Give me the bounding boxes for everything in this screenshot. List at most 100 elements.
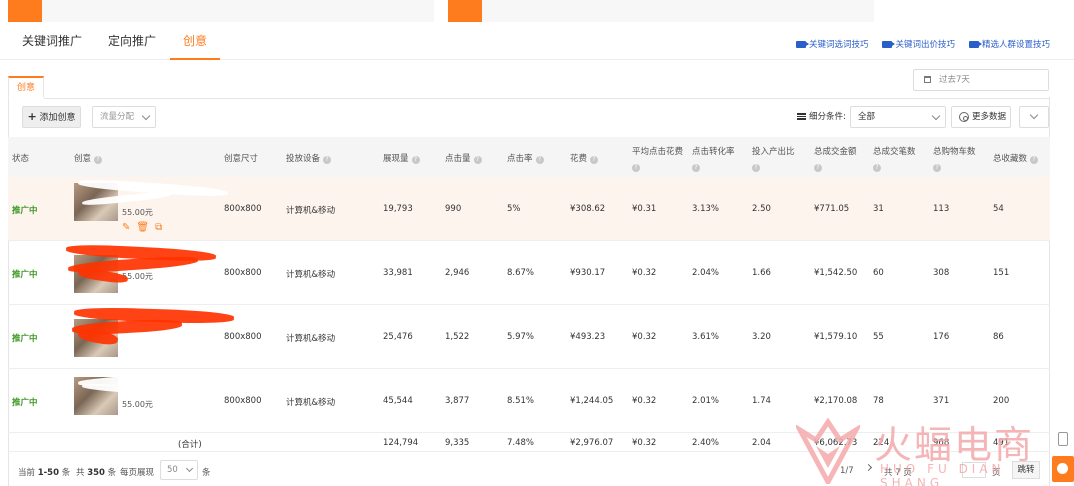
edit-icon[interactable]: ✎	[122, 222, 130, 233]
cost-cell: ¥308.62	[570, 204, 606, 214]
help-icon[interactable]: ?	[590, 156, 599, 164]
impressions-cell: 19,793	[383, 204, 413, 214]
size-cell: 800x800	[224, 268, 262, 278]
status-badge: 推广中	[12, 334, 38, 344]
carts-cell: 371	[933, 396, 950, 406]
impressions-cell: 25,476	[383, 332, 413, 342]
size-cell: 800x800	[224, 332, 262, 342]
banner-right	[448, 0, 874, 22]
favs-cell: 86	[993, 332, 1004, 342]
help-icon[interactable]: ?	[632, 164, 640, 172]
device-cell: 计算机&移动	[286, 270, 336, 280]
tip-link-crowd-setting[interactable]: 精选人群设置技巧	[968, 38, 1050, 50]
col-gmv[interactable]: 总成交金额?	[814, 145, 857, 172]
cvr-cell: 3.13%	[692, 204, 720, 214]
carts-cell: 176	[933, 332, 950, 342]
help-icon[interactable]: ?	[323, 156, 332, 164]
traffic-allocation-select[interactable]: 流量分配	[92, 106, 156, 128]
favs-cell: 200	[993, 396, 1010, 406]
clicks-cell: 2,946	[445, 268, 470, 278]
cost-cell: ¥1,244.05	[570, 396, 614, 406]
total-text: 共 350 条	[76, 468, 117, 478]
total-cvr: 2.40%	[692, 438, 720, 448]
gmv-cell: ¥1,579.10	[814, 332, 858, 342]
table-header: 状态 创意? 创意尺寸 投放设备? 展现量? 点击量? 点击率? 花费? 平均点…	[8, 137, 1050, 177]
delete-icon[interactable]: 🗑	[136, 222, 149, 233]
col-clicks[interactable]: 点击量?	[445, 152, 482, 164]
segment-filter-label: 细分条件:	[797, 110, 846, 122]
size-cell: 800x800	[224, 396, 262, 406]
status-badge: 推广中	[12, 270, 38, 280]
total-impressions: 124,794	[383, 438, 419, 448]
col-roi[interactable]: 投入产出比?	[752, 145, 795, 172]
col-avg-cpc[interactable]: 平均点击花费?	[632, 145, 683, 172]
col-favs[interactable]: 总收藏数?	[993, 152, 1039, 164]
help-icon[interactable]: ?	[94, 156, 103, 164]
creative-price: 55.00元	[122, 400, 153, 409]
tip-link-keyword-bid[interactable]: 关键词出价技巧	[882, 38, 955, 50]
add-creative-button[interactable]: + 添加创意	[22, 106, 81, 128]
clicks-cell: 3,877	[445, 396, 470, 406]
favs-cell: 54	[993, 204, 1004, 214]
help-icon[interactable]: ?	[814, 164, 822, 172]
video-icon	[968, 40, 982, 48]
copy-icon[interactable]: ⧉	[155, 222, 162, 233]
gmv-cell: ¥771.05	[814, 204, 850, 214]
col-creative[interactable]: 创意?	[74, 152, 103, 164]
cvr-cell: 2.04%	[692, 268, 720, 278]
tip-link-keyword-select[interactable]: 关键词选词技巧	[795, 38, 868, 50]
per-page-label: 每页展现	[120, 468, 155, 478]
col-cvr[interactable]: 点击转化率?	[692, 145, 735, 172]
segment-filter-select[interactable]: 全部	[850, 106, 946, 128]
cvr-cell: 2.01%	[692, 396, 720, 406]
chevron-down-icon	[1029, 110, 1039, 120]
orders-cell: 60	[873, 268, 884, 278]
roi-cell: 2.50	[752, 204, 771, 214]
col-carts[interactable]: 总购物车数?	[933, 145, 976, 172]
ctr-cell: 8.51%	[507, 396, 535, 406]
chevron-down-icon	[185, 464, 194, 473]
help-icon[interactable]: ?	[873, 164, 881, 172]
roi-cell: 3.20	[752, 332, 771, 342]
col-cost[interactable]: 花费?	[570, 152, 599, 164]
col-impressions[interactable]: 展现量?	[383, 152, 420, 164]
col-ctr[interactable]: 点击率?	[507, 152, 544, 164]
banner-left	[8, 0, 434, 22]
tab-keyword-promotion[interactable]: 关键词推广	[22, 32, 82, 60]
ctr-cell: 8.67%	[507, 268, 535, 278]
avg-cpc-cell: ¥0.32	[632, 268, 657, 278]
table-row[interactable]: 推广中 55.00元 800x800 计算机&移动 33,981 2,946 8…	[8, 241, 1050, 305]
range-text: 当前 1-50 条	[18, 468, 71, 478]
ctr-cell: 5.97%	[507, 332, 535, 342]
more-data-button[interactable]: 更多数据	[951, 106, 1011, 128]
feedback-icon[interactable]	[1058, 432, 1068, 446]
help-icon[interactable]: ?	[933, 164, 941, 172]
per-page-select[interactable]: 50	[160, 460, 198, 480]
help-icon[interactable]: ?	[411, 156, 420, 164]
total-clicks: 9,335	[445, 438, 470, 448]
carts-cell: 308	[933, 268, 950, 278]
table-row[interactable]: 推广中 55.00元 ✎ 🗑 ⧉ 800x800 计算机&移动 19,793 9…	[8, 177, 1050, 241]
panel-tab-creative[interactable]: 创意	[8, 76, 44, 98]
help-icon[interactable]: ?	[752, 164, 760, 172]
chat-float-button[interactable]	[1052, 456, 1074, 482]
top-banner	[0, 0, 1074, 22]
device-cell: 计算机&移动	[286, 206, 336, 216]
help-icon[interactable]: ?	[535, 156, 544, 164]
device-cell: 计算机&移动	[286, 398, 336, 408]
favs-cell: 151	[993, 268, 1010, 278]
table-row[interactable]: 推广中 800x800 计算机&移动 25,476 1,522 5.97% ¥4…	[8, 305, 1050, 369]
avg-cpc-cell: ¥0.32	[632, 396, 657, 406]
date-range-picker[interactable]: 过去7天	[913, 69, 1049, 91]
orders-cell: 31	[873, 204, 884, 214]
tab-targeted-promotion[interactable]: 定向推广	[108, 32, 156, 60]
gmv-cell: ¥1,542.50	[814, 268, 858, 278]
expand-toggle-button[interactable]	[1019, 106, 1049, 128]
help-icon[interactable]: ?	[473, 156, 482, 164]
col-device[interactable]: 投放设备?	[286, 152, 332, 164]
help-icon[interactable]: ?	[692, 164, 700, 172]
col-orders[interactable]: 总成交笔数?	[873, 145, 916, 172]
chevron-down-icon	[141, 111, 151, 121]
tab-creative[interactable]: 创意	[170, 32, 220, 60]
help-icon[interactable]: ?	[1030, 156, 1039, 164]
